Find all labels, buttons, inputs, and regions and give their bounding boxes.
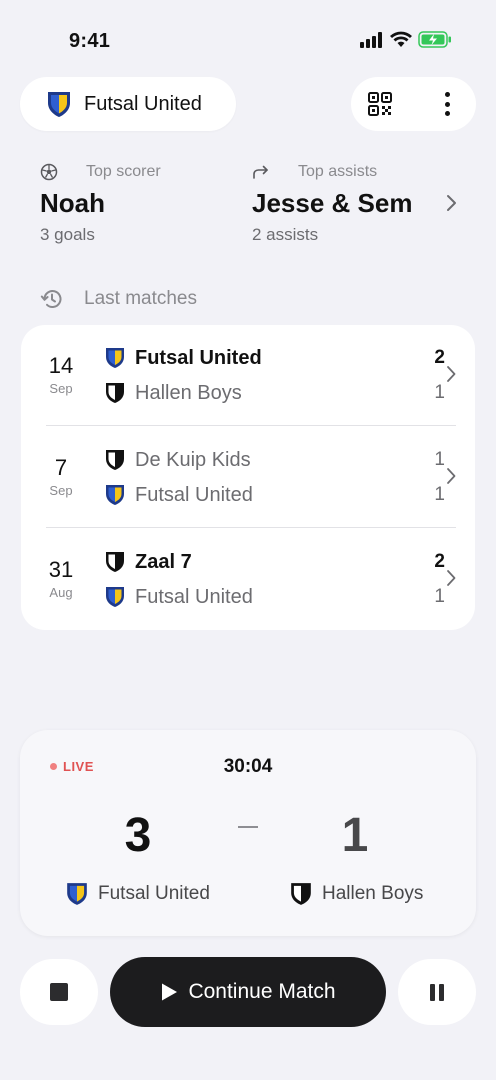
team-name: Futsal United — [135, 346, 262, 369]
team-name: De Kuip Kids — [135, 448, 251, 471]
home-score: 3 — [124, 809, 152, 862]
section-title: Last matches — [84, 288, 197, 309]
score-separator — [238, 826, 258, 828]
chevron-right-icon — [447, 570, 456, 586]
top-assists-label: Top assists — [298, 163, 378, 180]
team-score: 1 — [434, 484, 445, 505]
status-bar: 9:41 — [0, 0, 496, 80]
history-icon — [40, 290, 62, 308]
team-score: 1 — [434, 382, 445, 403]
chevron-right-icon — [447, 366, 456, 382]
match-team-2: Futsal United 1 — [105, 583, 445, 611]
match-row[interactable]: 7 Sep De Kuip Kids 1 Futsal United 1 — [21, 427, 475, 529]
away-team: Hallen Boys — [290, 882, 423, 906]
match-date: 14 Sep — [33, 353, 89, 396]
wifi-icon — [390, 31, 412, 47]
battery-charging-icon — [418, 31, 451, 48]
match-team-1: De Kuip Kids 1 — [105, 446, 445, 474]
match-team-1: Zaal 7 2 — [105, 548, 445, 576]
team-name: Zaal 7 — [135, 550, 192, 573]
status-icons — [360, 31, 452, 48]
team-crest-icon — [106, 348, 124, 368]
team-crest-icon — [106, 450, 124, 470]
home-team-name: Futsal United — [98, 883, 210, 904]
team-crest-icon — [106, 383, 124, 403]
team-name: Futsal United — [135, 585, 253, 608]
last-matches-header: Last matches — [40, 287, 197, 311]
stop-match-button[interactable] — [20, 959, 98, 1025]
soccer-ball-icon — [40, 163, 58, 181]
forward-arrow-icon — [253, 165, 268, 179]
top-assists-name: Jesse & Sem — [252, 188, 413, 218]
match-team-2: Hallen Boys 1 — [105, 379, 445, 407]
continue-match-button[interactable]: Continue Match — [110, 957, 386, 1027]
match-row[interactable]: 31 Aug Zaal 7 2 Futsal United 1 — [21, 529, 475, 630]
team-crest-icon — [106, 485, 124, 505]
top-assists-stat[interactable]: Top assists Jesse & Sem 2 assists — [252, 160, 412, 245]
team-crest-icon — [48, 92, 70, 117]
divider — [46, 527, 456, 528]
team-crest-icon — [67, 883, 87, 905]
match-team-1: Futsal United 2 — [105, 344, 445, 372]
match-date: 31 Aug — [33, 557, 89, 600]
stop-icon — [50, 983, 68, 1001]
match-row[interactable]: 14 Sep Futsal United 2 Hallen Boys 1 — [21, 325, 475, 427]
top-scorer-stat: Top scorer Noah 3 goals — [40, 160, 161, 245]
pause-icon — [430, 983, 435, 1001]
continue-match-label: Continue Match — [188, 980, 336, 1003]
play-icon — [162, 983, 178, 1001]
qr-code-icon — [368, 92, 392, 116]
team-crest-icon — [106, 552, 124, 572]
team-name: Futsal United — [84, 92, 202, 115]
more-vertical-icon — [444, 92, 450, 97]
chevron-right-icon[interactable] — [444, 193, 458, 213]
match-date: 7 Sep — [33, 455, 89, 498]
home-team: Futsal United — [66, 882, 210, 906]
match-clock: 30:04 — [223, 756, 273, 777]
team-score: 2 — [434, 551, 445, 572]
match-day: 31 — [48, 557, 74, 582]
team-score: 2 — [434, 347, 445, 368]
pause-match-button[interactable] — [398, 959, 476, 1025]
top-scorer-goals: 3 goals — [40, 225, 95, 244]
away-team-name: Hallen Boys — [322, 883, 424, 904]
qr-code-button[interactable] — [368, 92, 392, 116]
top-assists-count: 2 assists — [252, 225, 319, 244]
team-name: Hallen Boys — [135, 381, 242, 404]
team-name: Futsal United — [135, 483, 253, 506]
team-score: 1 — [434, 586, 445, 607]
last-matches-list: 14 Sep Futsal United 2 Hallen Boys 1 7 S… — [21, 325, 475, 630]
status-time: 9:41 — [69, 30, 111, 52]
live-match-card[interactable]: LIVE 30:04 3 1 Futsal United Hallen Boys — [20, 730, 476, 936]
team-score: 1 — [434, 449, 445, 470]
match-day: 7 — [54, 455, 68, 480]
header-actions — [351, 77, 476, 131]
match-day: 14 — [48, 353, 74, 378]
top-scorer-label: Top scorer — [86, 163, 161, 180]
team-crest-icon — [291, 883, 311, 905]
match-month: Sep — [49, 381, 73, 396]
top-scorer-name: Noah — [40, 188, 105, 218]
match-month: Aug — [49, 585, 73, 600]
away-score: 1 — [341, 809, 369, 862]
team-selector[interactable]: Futsal United — [20, 77, 236, 131]
match-month: Sep — [49, 483, 73, 498]
divider — [46, 425, 456, 426]
chevron-right-icon — [447, 468, 456, 484]
signal-icon — [360, 31, 382, 48]
more-options-button[interactable] — [436, 90, 458, 118]
team-crest-icon — [106, 587, 124, 607]
match-team-2: Futsal United 1 — [105, 481, 445, 509]
